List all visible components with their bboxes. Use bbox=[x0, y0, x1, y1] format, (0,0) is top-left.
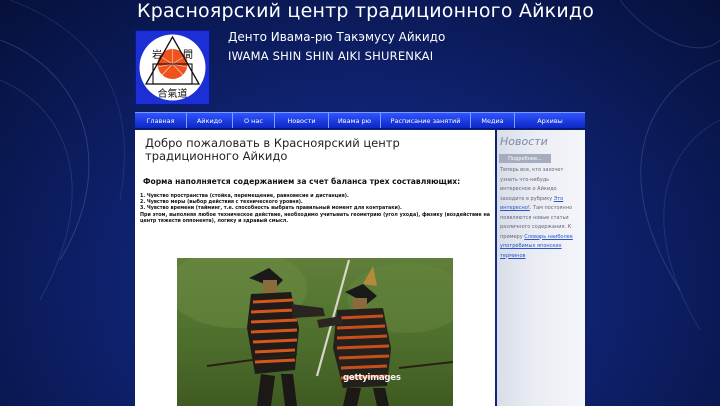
section-heading: Форма наполняется содержанием за счет ба… bbox=[143, 177, 461, 186]
samurai-photo[interactable] bbox=[177, 258, 453, 406]
nav-item-about[interactable]: О нас bbox=[233, 113, 275, 128]
main-content: Добро пожаловать в Красноярский центр тр… bbox=[135, 130, 495, 406]
photo-watermark: gettyimages bbox=[343, 373, 401, 383]
sidebar-news-title: Новости bbox=[500, 135, 548, 148]
site-subtitle-russian: Денто Ивама-рю Такэмусу Айкидо bbox=[228, 30, 446, 44]
nav-item-media[interactable]: Медиа bbox=[471, 113, 515, 128]
logo-bottom-text: 合氣道 bbox=[158, 87, 188, 100]
logo[interactable]: 岩 間 合氣道 bbox=[135, 30, 210, 105]
sidebar-news-text: Теперь все, кто захочет узнать что-нибуд… bbox=[500, 166, 580, 261]
sidebar: Новости Подробнее... Теперь все, кто зах… bbox=[497, 130, 585, 406]
nav-item-news[interactable]: Новости bbox=[275, 113, 329, 128]
site-subtitle-english: IWAMA SHIN SHIN AIKI SHURENKAI bbox=[228, 49, 434, 63]
nav-item-aikido[interactable]: Айкидо bbox=[187, 113, 233, 128]
page-title: Добро пожаловать в Красноярский центр тр… bbox=[145, 136, 400, 163]
article-paragraph: При этом, выполняя любое техническое дей… bbox=[140, 212, 490, 224]
nav-item-iwama-ryu[interactable]: Ивама рю bbox=[329, 113, 381, 128]
nav-item-home[interactable]: Главная bbox=[135, 113, 187, 128]
logo-char-left: 岩 bbox=[152, 48, 162, 61]
logo-char-right: 間 bbox=[183, 49, 193, 61]
article-body: 1. Чувство пространства (стойка, перемещ… bbox=[140, 194, 490, 225]
nav-item-schedule[interactable]: Расписание занятий bbox=[381, 113, 471, 128]
more-button[interactable]: Подробнее... bbox=[499, 154, 551, 163]
site-title: Красноярский центр традиционного Айкидо bbox=[137, 0, 595, 22]
main-navigation: Главная Айкидо О нас Новости Ивама рю Ра… bbox=[135, 112, 585, 129]
logo-emblem-icon: 岩 間 合氣道 bbox=[139, 34, 206, 101]
nav-item-archives[interactable]: Архивы bbox=[515, 113, 585, 128]
